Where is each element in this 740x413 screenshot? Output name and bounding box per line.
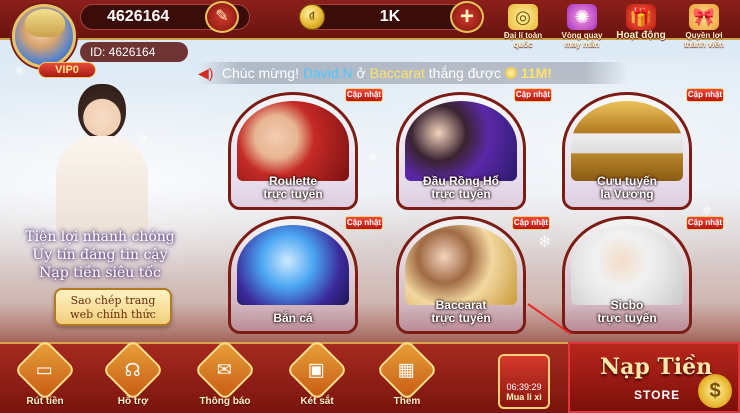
- game-card-slots[interactable]: Cưu tuyến la Vương: [562, 92, 692, 210]
- nav-more[interactable]: ▦ Thêm: [372, 338, 442, 407]
- marquee-prefix: Chúc mừng!: [221, 65, 299, 81]
- marquee-game: Baccarat: [369, 65, 425, 81]
- wheel-icon: ✺: [567, 4, 597, 30]
- game-card-roulette[interactable]: Roulette trực tuyến: [228, 92, 358, 210]
- game-card-dragon-tiger[interactable]: Đầu Rồng Hổ trực tuyến: [396, 92, 526, 210]
- game-title: Roulette trực tuyến: [263, 174, 323, 201]
- nav-notifications[interactable]: ✉ Thông báo: [190, 338, 260, 407]
- coin-icon: [504, 67, 517, 79]
- top-menu-events[interactable]: 🎁 Hoạt động: [612, 4, 670, 41]
- sicbo-art: [571, 225, 683, 305]
- marquee-player: David.N: [302, 65, 353, 81]
- snowflake-icon: ❄: [14, 64, 25, 78]
- marquee-amount: 11M!: [520, 65, 552, 81]
- game-title: Cưu tuyến la Vương: [596, 174, 658, 201]
- safe-icon: ▣: [285, 338, 349, 402]
- promo-text: Tiện lợi nhanh chóng Uy tín đáng tin cậy…: [20, 228, 180, 282]
- top-menu-label: Vòng quay may mắn: [561, 31, 603, 49]
- winner-marquee: ◀) Chúc mừng! David.N ở Baccarat thắng đ…: [198, 62, 628, 84]
- headset-icon: ☊: [101, 338, 165, 402]
- hostess-head: [78, 84, 126, 140]
- top-menu-member-benefits[interactable]: 🎀 Quyền lợi thành viên: [676, 4, 732, 49]
- roulette-art: [237, 101, 349, 181]
- nav-withdraw[interactable]: ▭ Rút tiền: [10, 338, 80, 407]
- promo-line-3: Nạp tiền siêu tốc: [39, 265, 161, 281]
- lucky-money-label: Mua li xì: [506, 392, 542, 402]
- snowflake-icon: ❄: [368, 150, 379, 164]
- mail-icon: ✉: [193, 338, 257, 402]
- marquee-connector: ở: [356, 65, 366, 81]
- update-badge: Cập nhật: [686, 88, 724, 102]
- update-badge: Cập nhật: [512, 216, 550, 230]
- copy-line-2: web chính thức: [70, 308, 156, 321]
- update-badge: Cập nhật: [514, 88, 552, 102]
- promo-line-2: Uy tín đáng tin cậy: [32, 247, 168, 263]
- update-badge: Cập nhật: [345, 216, 383, 230]
- nav-safe[interactable]: ▣ Két sắt: [282, 338, 352, 407]
- top-menu-label: Quyền lợi thành viên: [683, 31, 724, 49]
- snowflake-icon: ❄: [138, 132, 149, 146]
- grid-icon: ▦: [375, 338, 439, 402]
- baccarat-art: [405, 225, 517, 305]
- slot-machine-art: [571, 101, 683, 181]
- vip-badge: VIP0: [38, 62, 96, 78]
- edit-profile-button[interactable]: ✎: [205, 1, 239, 33]
- game-title: Sicbo trực tuyến: [597, 298, 657, 325]
- update-badge: Cập nhật: [345, 88, 383, 102]
- game-title: Đầu Rồng Hổ trực tuyến: [423, 174, 499, 201]
- fish-shooter-art: [237, 225, 349, 305]
- top-menu-agent[interactable]: ◎ Đại lí toàn quốc: [498, 4, 548, 49]
- ribbon-gift-icon: 🎀: [689, 4, 719, 30]
- coin-icon: ₫: [299, 4, 325, 30]
- game-card-baccarat[interactable]: Baccarat trực tuyến: [396, 216, 526, 334]
- top-menu-label: Đại lí toàn quốc: [503, 31, 543, 49]
- deposit-store-button[interactable]: Nạp Tiền STORE $: [568, 342, 740, 413]
- copy-website-button[interactable]: Sao chép trang web chính thức: [54, 288, 172, 326]
- avatar-hair: [25, 9, 65, 37]
- coin-stack-icon: $: [698, 374, 732, 408]
- top-menu-lucky-wheel[interactable]: ✺ Vòng quay may mắn: [556, 4, 608, 49]
- hostess-body: [56, 136, 148, 236]
- top-menu-label: Hoạt động: [616, 30, 666, 41]
- game-card-fish[interactable]: Bắn cá: [228, 216, 358, 334]
- deposit-label: Nạp Tiền: [600, 354, 713, 380]
- add-coin-button[interactable]: +: [450, 1, 484, 33]
- game-title: Bắn cá: [273, 311, 313, 325]
- snowflake-icon: ❄: [538, 234, 552, 251]
- game-card-sicbo[interactable]: Sicbo trực tuyến: [562, 216, 692, 334]
- agent-icon: ◎: [508, 4, 538, 30]
- wallet-icon: ▭: [13, 338, 77, 402]
- countdown-timer: 06:39:29: [506, 382, 542, 392]
- gift-icon: 🎁: [626, 4, 656, 30]
- user-id: ID: 4626164: [80, 42, 188, 62]
- store-label: STORE: [634, 388, 681, 402]
- avatar[interactable]: [12, 4, 76, 68]
- speaker-icon: ◀): [198, 65, 214, 81]
- dragon-tiger-art: [405, 101, 517, 181]
- hostess-illustration: [40, 84, 160, 236]
- nav-support[interactable]: ☊ Hỗ trợ: [98, 338, 168, 407]
- update-badge: Cập nhật: [686, 216, 724, 230]
- promo-line-1: Tiện lợi nhanh chóng: [25, 229, 175, 245]
- game-title: Baccarat trực tuyến: [431, 298, 491, 325]
- copy-line-1: Sao chép trang: [70, 294, 156, 307]
- marquee-suffix: thắng được: [428, 65, 502, 81]
- buy-lucky-money-button[interactable]: 06:39:29 Mua li xì: [498, 354, 550, 409]
